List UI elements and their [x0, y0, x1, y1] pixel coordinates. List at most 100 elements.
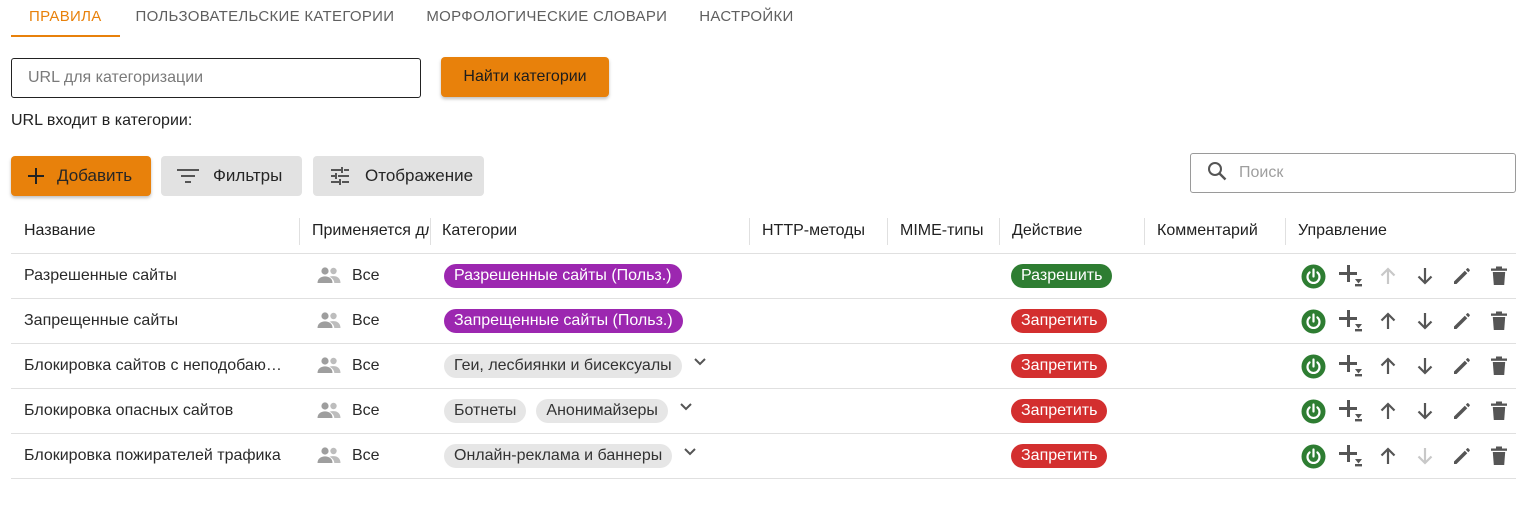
rule-name-cell: Запрещенные сайты [24, 299, 286, 343]
rule-manage-cell [1301, 254, 1523, 298]
column-separator[interactable] [1144, 218, 1145, 245]
table-row[interactable]: Разрешенные сайты Все Разрешенные сайты (П… [11, 254, 1516, 299]
pencil-icon[interactable] [1449, 354, 1474, 379]
arrow-down-icon [1412, 444, 1437, 469]
header-http-methods[interactable]: HTTP-методы [762, 209, 888, 253]
rule-name: Блокировка опасных сайтов [24, 402, 234, 419]
column-separator[interactable] [999, 218, 1000, 245]
table-row[interactable]: Блокировка опасных сайтов Все Ботнеты Анони… [11, 389, 1516, 434]
people-icon [316, 401, 342, 421]
rule-action-cell: Запретить [1011, 344, 1108, 388]
rule-name-cell: Блокировка опасных сайтов [24, 389, 286, 433]
add-below-icon[interactable] [1338, 309, 1363, 334]
tab-user-categories[interactable]: ПОЛЬЗОВАТЕЛЬСКИЕ КАТЕГОРИИ [120, 0, 411, 37]
rules-table: Название Применяется для Категории HTTP-… [11, 209, 1516, 479]
arrow-down-icon[interactable] [1412, 354, 1437, 379]
table-row[interactable]: Запрещенные сайты Все Запрещенные сайты (П… [11, 299, 1516, 344]
rule-action-cell: Запретить [1011, 299, 1108, 343]
add-button[interactable]: Добавить [11, 156, 151, 196]
table-body: Разрешенные сайты Все Разрешенные сайты (П… [11, 254, 1516, 479]
chevron-down-icon[interactable] [692, 354, 708, 370]
table-row[interactable]: Блокировка сайтов с неподобающим содержи… [11, 344, 1516, 389]
rule-applies-cell: Все [316, 344, 380, 388]
arrow-up-icon [1375, 264, 1400, 289]
url-categorization-input[interactable] [11, 58, 421, 98]
tab-rules[interactable]: ПРАВИЛА [11, 0, 120, 37]
rule-applies-cell: Все [316, 389, 380, 433]
category-chip: Геи, лесбиянки и бисексуалы [444, 354, 682, 378]
power-icon[interactable] [1301, 309, 1326, 334]
category-chip: Ботнеты [444, 399, 527, 423]
column-separator[interactable] [299, 218, 300, 245]
search-box[interactable] [1190, 153, 1516, 193]
rule-action-cell: Запретить [1011, 434, 1108, 478]
arrow-up-icon[interactable] [1375, 309, 1400, 334]
header-name[interactable]: Название [24, 209, 294, 253]
filters-button[interactable]: Фильтры [161, 156, 302, 196]
pencil-icon[interactable] [1449, 309, 1474, 334]
rule-name-cell: Блокировка сайтов с неподобающим содержи… [24, 344, 286, 388]
trash-icon[interactable] [1486, 444, 1511, 469]
rule-categories-cell: Запрещенные сайты (Польз.) [444, 299, 744, 343]
arrow-up-icon[interactable] [1375, 354, 1400, 379]
add-below-icon[interactable] [1338, 264, 1363, 289]
find-categories-button[interactable]: Найти категории [441, 57, 609, 97]
tab-settings[interactable]: НАСТРОЙКИ [683, 0, 809, 37]
filter-list-icon [177, 165, 199, 187]
pencil-icon[interactable] [1449, 264, 1474, 289]
table-row[interactable]: Блокировка пожирателей трафика Все Онлайн-… [11, 434, 1516, 479]
header-action[interactable]: Действие [1012, 209, 1142, 253]
header-mime-types[interactable]: MIME-типы [900, 209, 1000, 253]
column-separator[interactable] [430, 218, 431, 245]
arrow-up-icon[interactable] [1375, 444, 1400, 469]
rule-applies: Все [352, 312, 380, 329]
arrow-down-icon[interactable] [1412, 264, 1437, 289]
power-icon[interactable] [1301, 264, 1326, 289]
rule-categories-cell: Геи, лесбиянки и бисексуалы [444, 344, 744, 388]
pencil-icon[interactable] [1449, 444, 1474, 469]
search-icon [1207, 161, 1227, 186]
power-icon[interactable] [1301, 444, 1326, 469]
chevron-down-icon[interactable] [678, 399, 694, 415]
rule-applies: Все [352, 402, 380, 419]
rule-applies-cell: Все [316, 254, 380, 298]
filters-button-label: Фильтры [213, 166, 283, 185]
power-icon[interactable] [1301, 399, 1326, 424]
plus-icon [25, 165, 47, 187]
chevron-down-icon[interactable] [682, 444, 698, 460]
header-comment[interactable]: Комментарий [1157, 209, 1285, 253]
rule-action-cell: Запретить [1011, 389, 1108, 433]
add-below-icon[interactable] [1338, 399, 1363, 424]
header-applies[interactable]: Применяется для [312, 209, 429, 253]
display-button[interactable]: Отображение [313, 156, 484, 196]
rule-categories-cell: Онлайн-реклама и баннеры [444, 434, 744, 478]
power-icon[interactable] [1301, 354, 1326, 379]
rule-manage-cell [1301, 299, 1523, 343]
arrow-up-icon[interactable] [1375, 399, 1400, 424]
add-below-icon[interactable] [1338, 354, 1363, 379]
rule-name: Запрещенные сайты [24, 312, 179, 329]
action-badge: Запретить [1011, 309, 1108, 333]
trash-icon[interactable] [1486, 399, 1511, 424]
add-below-icon[interactable] [1338, 444, 1363, 469]
tab-morphology-dictionaries[interactable]: МОРФОЛОГИЧЕСКИЕ СЛОВАРИ [410, 0, 683, 37]
people-icon [316, 311, 342, 331]
column-separator[interactable] [1285, 218, 1286, 245]
arrow-down-icon[interactable] [1412, 309, 1437, 334]
table-header: Название Применяется для Категории HTTP-… [11, 209, 1516, 254]
add-button-label: Добавить [57, 166, 133, 185]
people-icon [316, 446, 342, 466]
header-categories[interactable]: Категории [442, 209, 742, 253]
column-separator[interactable] [749, 218, 750, 245]
action-badge: Запретить [1011, 444, 1108, 468]
trash-icon[interactable] [1486, 309, 1511, 334]
pencil-icon[interactable] [1449, 399, 1474, 424]
column-separator[interactable] [887, 218, 888, 245]
search-input[interactable] [1239, 164, 1489, 182]
action-badge: Запретить [1011, 354, 1108, 378]
arrow-down-icon[interactable] [1412, 399, 1437, 424]
people-icon [316, 356, 342, 376]
trash-icon[interactable] [1486, 354, 1511, 379]
header-manage: Управление [1298, 222, 1387, 239]
trash-icon[interactable] [1486, 264, 1511, 289]
